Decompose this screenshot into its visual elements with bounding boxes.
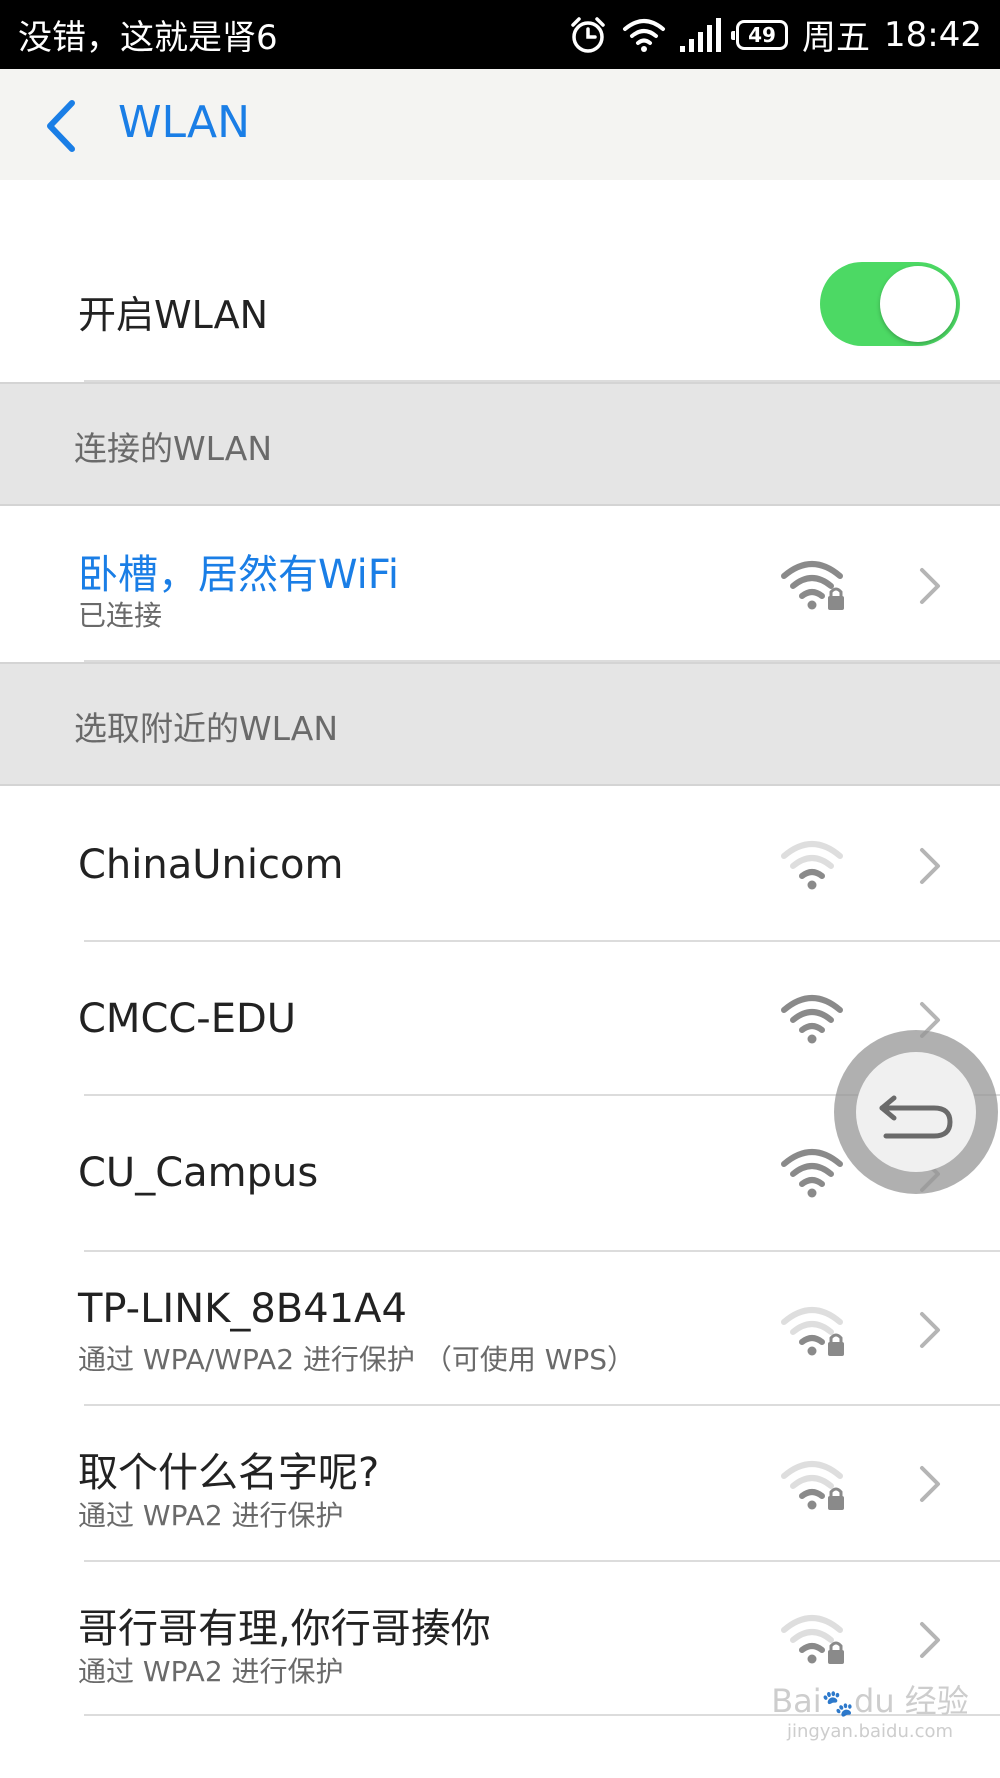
network-row[interactable]: 取个什么名字呢? 通过 WPA2 进行保护 [0,1406,1000,1561]
network-name: ChinaUnicom [78,842,344,888]
battery-icon: 49 [731,19,789,50]
network-name: 其他 [78,1766,158,1778]
page-title: WLAN [118,97,251,148]
carrier-name: 没错，这就是肾6 [18,18,278,58]
wifi-lock-icon [781,1615,844,1664]
section-header-nearby-label: 选取附近的WLAN [74,709,339,748]
section-header-connected: 连接的WLAN [0,382,1000,506]
wifi-strong-icon [781,995,843,1044]
status-time: 18:42 [884,14,982,55]
status-bar: 没错，这就是肾6 49 周五 18:42 [0,0,1000,69]
status-icons: 49 周五 18:42 [568,10,982,59]
wlan-toggle-row: 开启WLAN [0,180,1000,382]
network-name: 哥行哥有理,你行哥揍你 [78,1606,491,1652]
alarm-icon [568,15,608,55]
network-name: CU_Campus [78,1150,319,1196]
network-security: 通过 WPA2 进行保护 [78,1655,344,1688]
chevron-right-icon [920,848,940,884]
watermark-logo: Bai🐾du 经验 jingyan.baidu.com [771,1682,969,1742]
network-row[interactable]: ChinaUnicom [0,786,1000,941]
network-security: 通过 WPA2 进行保护 [78,1499,344,1532]
return-arrow-icon [879,1095,953,1139]
status-day: 周五 [802,18,871,58]
wlan-toggle-switch[interactable] [820,262,960,346]
network-row[interactable]: TP-LINK_8B41A4 通过 WPA/WPA2 进行保护 （可使用 WPS… [0,1252,1000,1407]
section-header-connected-label: 连接的WLAN [74,429,273,468]
wifi-lock-icon [781,1307,844,1356]
chevron-right-icon [920,568,940,604]
network-status: 已连接 [78,599,163,632]
section-header-nearby: 选取附近的WLAN [0,662,1000,786]
connected-network-row[interactable]: 卧槽，居然有WiFi 已连接 [0,506,1000,661]
network-name: TP-LINK_8B41A4 [78,1286,407,1332]
floating-back-button[interactable] [834,1030,998,1194]
network-name: 卧槽，居然有WiFi [78,552,399,598]
wifi-weak-icon [781,841,843,890]
title-bar: WLAN [0,69,1000,180]
back-arrow-icon[interactable] [44,99,78,153]
network-security: 通过 WPA/WPA2 进行保护 （可使用 WPS） [78,1343,636,1376]
network-name: 取个什么名字呢? [78,1450,380,1496]
chevron-right-icon [920,1466,940,1502]
wifi-lock-icon [781,561,844,610]
chevron-right-icon [920,1622,940,1658]
wlan-toggle-label: 开启WLAN [78,293,269,337]
toggle-knob [880,266,956,342]
wifi-lock-icon [781,1461,844,1510]
wifi-strong-icon [781,1149,843,1198]
wifi-status-icon [622,17,666,53]
chevron-right-icon [920,1312,940,1348]
network-name: CMCC-EDU [78,996,297,1042]
signal-icon [680,17,722,52]
